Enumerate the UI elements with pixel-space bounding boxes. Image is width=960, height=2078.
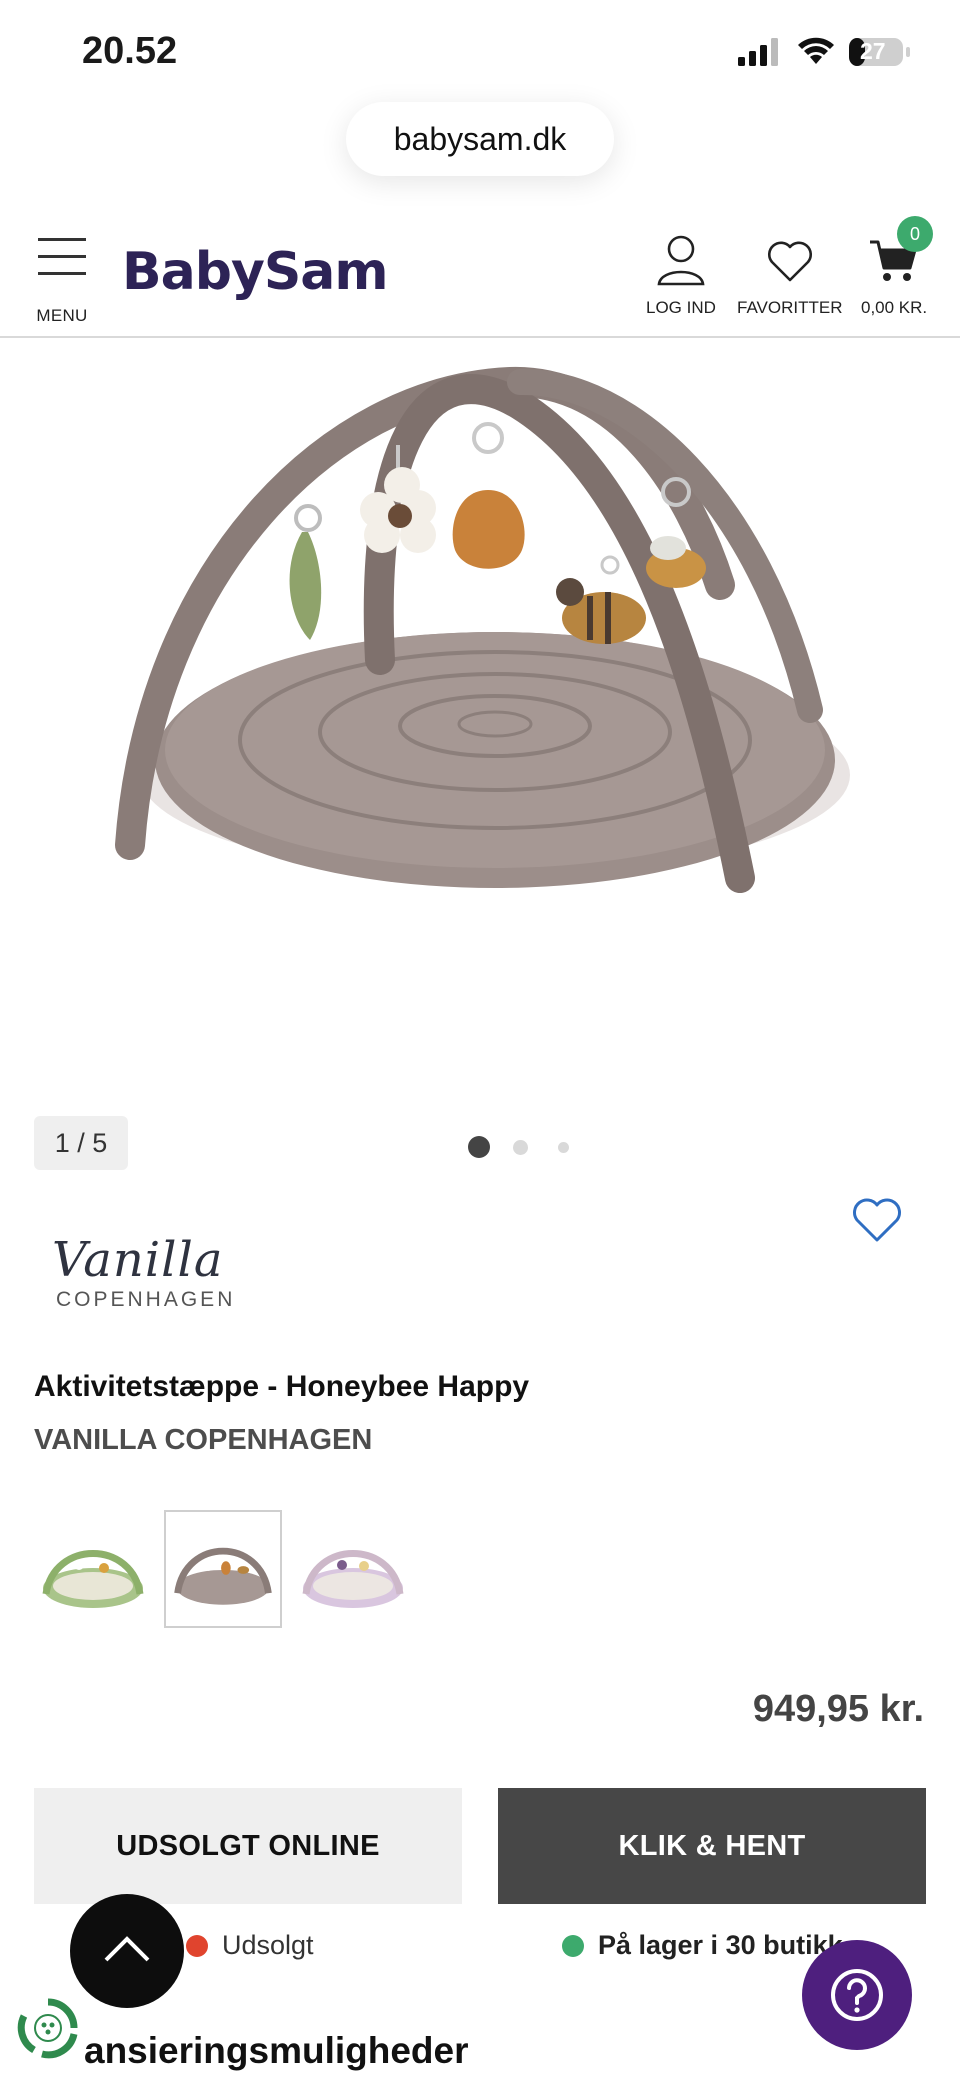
variant-thumb-green[interactable] (34, 1510, 152, 1628)
store-availability[interactable]: På lager i 30 butikk (562, 1930, 843, 1961)
cart-count-badge: 0 (897, 216, 933, 252)
financing-heading: ansieringsmuligheder (84, 2030, 469, 2071)
carousel-dot-1[interactable] (468, 1136, 490, 1158)
add-to-favorites-icon[interactable] (850, 1196, 904, 1244)
menu-button[interactable]: MENU (30, 238, 94, 328)
online-status-text: Udsolgt (222, 1930, 314, 1960)
soldout-online-button[interactable]: UDSOLGT ONLINE (34, 1788, 462, 1904)
online-availability: Udsolgt (186, 1930, 314, 1961)
question-icon (831, 1969, 883, 2021)
status-bar: 20.52 27 (0, 0, 960, 100)
instock-status-dot (562, 1934, 584, 1957)
login-button[interactable]: LOG IND (646, 234, 716, 318)
product-title: Aktivitetstæppe - Honeybee Happy (34, 1370, 530, 1403)
hamburger-icon (38, 238, 86, 275)
scroll-to-top-button[interactable] (70, 1894, 184, 2008)
heart-icon (767, 241, 812, 282)
brand-logo[interactable]: Vanilla COPENHAGEN (34, 1236, 254, 1326)
chevron-up-icon (104, 1936, 150, 1962)
carousel-dot-3[interactable] (558, 1142, 569, 1153)
click-and-collect-button[interactable]: KLIK & HENT (498, 1788, 926, 1904)
product-brand[interactable]: VANILLA COPENHAGEN (34, 1424, 372, 1457)
variant-thumb-lilac[interactable] (294, 1510, 412, 1628)
wifi-icon (798, 37, 834, 64)
site-logo[interactable]: BabySam (122, 242, 389, 302)
variant-thumb-taupe[interactable] (164, 1510, 282, 1628)
help-button[interactable] (802, 1940, 912, 2050)
status-time: 20.52 (82, 30, 178, 72)
cart-total: 0,00 KR. (861, 298, 928, 317)
login-label: LOG IND (646, 298, 716, 317)
site-header: MENU BabySam LOG IND FAVORITTER 0,00 KR. (0, 210, 960, 338)
product-price: 949,95 kr. (752, 1688, 924, 1730)
soldout-status-dot (186, 1934, 208, 1957)
carousel-dot-2[interactable] (513, 1140, 528, 1155)
brand-logo-script: Vanilla (52, 1232, 224, 1288)
brand-logo-sub: COPENHAGEN (56, 1288, 236, 1311)
user-icon (657, 235, 705, 286)
battery-icon: 27 (848, 36, 912, 68)
url-text: babysam.dk (393, 120, 567, 157)
favorites-label: FAVORITTER (737, 298, 843, 317)
image-counter: 1 / 5 (34, 1116, 128, 1170)
product-image[interactable] (0, 340, 960, 940)
battery-level: 27 (860, 38, 886, 64)
favorites-button[interactable]: FAVORITTER (737, 234, 842, 318)
url-bar[interactable]: babysam.dk (346, 102, 614, 176)
menu-label: MENU (36, 306, 88, 325)
signal-icon (738, 38, 778, 66)
